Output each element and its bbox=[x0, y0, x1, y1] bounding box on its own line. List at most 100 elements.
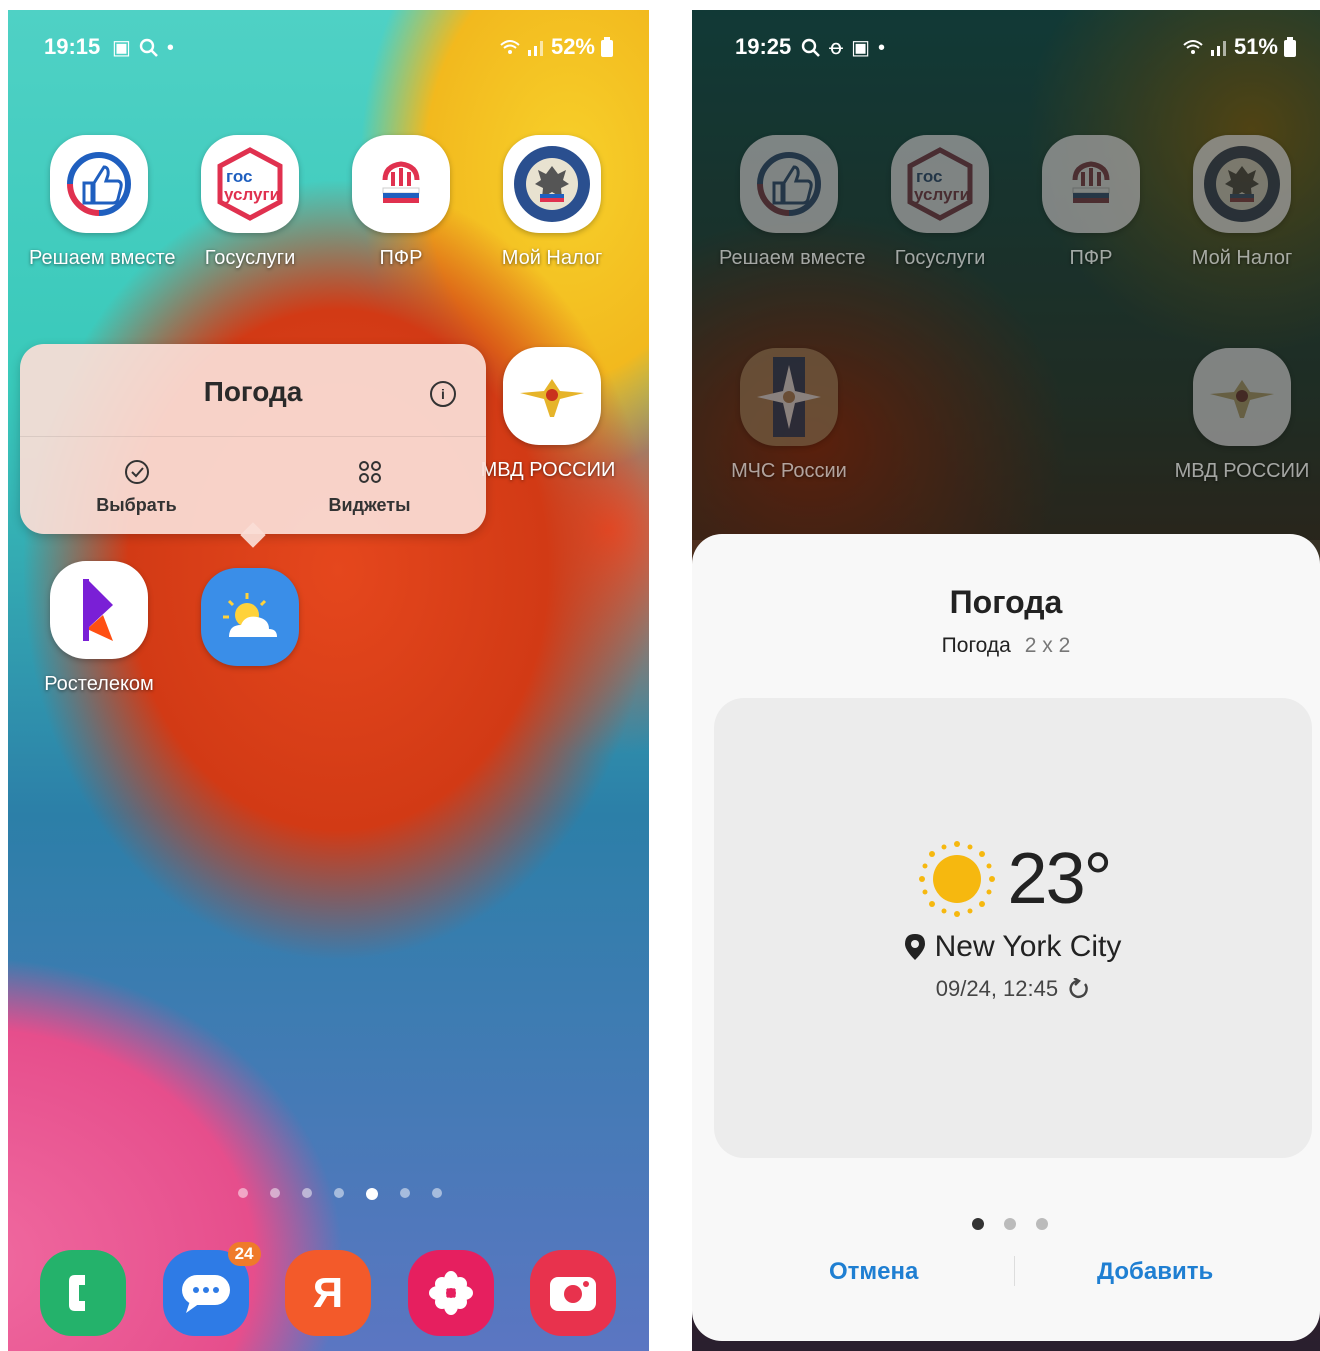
widget-preview[interactable]: 23° New York City 09/24, 12:45 bbox=[714, 698, 1312, 1158]
search-icon bbox=[801, 38, 820, 57]
widget-name: Погода bbox=[941, 634, 1011, 657]
add-button[interactable]: Добавить bbox=[1097, 1258, 1213, 1286]
refresh-icon[interactable] bbox=[1068, 976, 1090, 1000]
status-right-icons: 51% bbox=[1182, 34, 1296, 60]
status-bar: 19:25 ꝋ ▣ • 51% bbox=[735, 32, 1296, 64]
app-label: Ростелеком bbox=[44, 673, 154, 695]
app-moi-nalog[interactable]: Мой Налог bbox=[482, 135, 622, 270]
eagle-emblem-icon bbox=[503, 347, 601, 445]
app-weather[interactable] bbox=[180, 568, 320, 666]
thumbs-up-icon bbox=[50, 135, 148, 233]
thumbs-up-icon bbox=[740, 135, 838, 233]
sun-icon bbox=[918, 841, 995, 917]
phone-app[interactable] bbox=[40, 1250, 126, 1336]
page-indicator[interactable] bbox=[238, 1188, 442, 1200]
page-dot bbox=[432, 1188, 442, 1198]
app-label: Решаем вместе bbox=[29, 247, 176, 269]
phone-icon bbox=[69, 1275, 85, 1311]
yandex-app[interactable]: Я bbox=[285, 1250, 371, 1336]
dock: 24 Я bbox=[40, 1242, 616, 1336]
signal-icon bbox=[1210, 41, 1226, 56]
battery-percent: 51% bbox=[1233, 34, 1278, 59]
tax-service-emblem-icon bbox=[503, 135, 601, 233]
button-divider bbox=[1014, 1256, 1015, 1286]
pfr-icon bbox=[1042, 135, 1140, 233]
app-mvd[interactable]: МВД РОССИИ bbox=[481, 347, 622, 482]
page-dot-active bbox=[972, 1218, 984, 1230]
page-dot bbox=[334, 1188, 344, 1198]
city-name: New York City bbox=[934, 930, 1122, 963]
app-mchs[interactable]: МЧС России bbox=[719, 348, 859, 483]
app-reshaem-vmeste[interactable]: Решаем вместе bbox=[719, 135, 866, 270]
status-right-icons: 52% bbox=[499, 34, 613, 60]
wifi-icon bbox=[500, 40, 520, 54]
widget-add-sheet: Погода Погода 2 x 2 23° New York City 09/… bbox=[692, 534, 1320, 1341]
dot-icon: • bbox=[878, 37, 886, 59]
battery-icon bbox=[601, 37, 613, 57]
flower-app[interactable] bbox=[407, 1250, 494, 1336]
widget-page-indicator[interactable] bbox=[972, 1218, 1048, 1230]
context-menu-title: Погода bbox=[203, 376, 303, 407]
widgets-label: Виджеты bbox=[328, 495, 411, 515]
app-gosuslugi[interactable]: гос услуги Госуслуги bbox=[870, 135, 1010, 270]
page-dot bbox=[400, 1188, 410, 1198]
svg-text:гос: гос bbox=[226, 167, 252, 186]
camera-app[interactable] bbox=[530, 1250, 616, 1336]
info-icon[interactable]: i bbox=[430, 381, 456, 407]
page-dot bbox=[1004, 1218, 1016, 1230]
app-mvd[interactable]: МВД РОССИИ bbox=[1172, 348, 1312, 483]
home-screen-right: 19:25 ꝋ ▣ • 51% Решаем вместе гос услуги … bbox=[692, 10, 1320, 1351]
signal-icon bbox=[527, 41, 543, 56]
weather-widget: 23° New York City 09/24, 12:45 bbox=[714, 838, 1312, 1002]
app-context-menu: Погода i Выбрать Виджеты bbox=[20, 344, 486, 548]
rostelecom-icon bbox=[50, 561, 148, 659]
gallery-icon: ▣ bbox=[851, 37, 870, 59]
messages-app[interactable]: 24 bbox=[162, 1242, 261, 1336]
svg-text:услуги: услуги bbox=[224, 185, 280, 204]
app-pfr[interactable]: ПФР bbox=[1021, 135, 1161, 270]
battery-percent: 52% bbox=[550, 34, 595, 59]
gallery-icon: ▣ bbox=[112, 37, 131, 59]
select-button[interactable]: Выбрать bbox=[20, 437, 253, 516]
cancel-button[interactable]: Отмена bbox=[829, 1258, 918, 1286]
page-dot bbox=[270, 1188, 280, 1198]
sheet-subtitle: Погода 2 x 2 bbox=[692, 634, 1320, 658]
update-time: 09/24, 12:45 bbox=[935, 976, 1059, 1001]
page-dot bbox=[238, 1188, 248, 1198]
app-label: ПФР bbox=[1069, 247, 1113, 269]
app-label: МЧС России bbox=[731, 460, 847, 482]
search-icon bbox=[139, 38, 158, 57]
odnoklassniki-icon: ꝋ bbox=[829, 37, 844, 59]
wifi-icon bbox=[1183, 40, 1203, 54]
eagle-emblem-icon bbox=[1193, 348, 1291, 446]
select-label: Выбрать bbox=[96, 495, 177, 515]
weather-sun-cloud-icon bbox=[201, 568, 299, 666]
sheet-title: Погода bbox=[949, 584, 1063, 620]
gosuslugi-icon: гос услуги bbox=[201, 135, 299, 233]
app-gosuslugi[interactable]: гос услуги Госуслуги bbox=[180, 135, 320, 270]
context-menu-header: Погода i bbox=[20, 344, 486, 437]
app-pfr[interactable]: ПФР bbox=[331, 135, 471, 270]
temperature: 23° bbox=[1007, 839, 1113, 919]
page-dot bbox=[302, 1188, 312, 1198]
app-moi-nalog[interactable]: Мой Налог bbox=[1172, 135, 1312, 270]
location-pin-icon bbox=[904, 934, 925, 960]
dot-icon: • bbox=[166, 37, 174, 59]
home-screen-left: 19:15 ▣ • 52% Решаем вместе гос услуги Го… bbox=[8, 10, 649, 1351]
check-circle-icon bbox=[20, 459, 253, 487]
app-reshaem-vmeste[interactable]: Решаем вместе bbox=[29, 135, 176, 270]
app-label: МВД РОССИИ bbox=[480, 459, 616, 481]
widgets-button[interactable]: Виджеты bbox=[253, 437, 486, 516]
yandex-icon: Я bbox=[312, 1269, 344, 1316]
app-label: Мой Налог bbox=[1191, 247, 1293, 269]
camera-icon bbox=[550, 1277, 596, 1311]
app-rostelecom[interactable]: Ростелеком bbox=[29, 561, 169, 696]
flower-icon bbox=[428, 1271, 473, 1315]
status-time: 19:25 bbox=[735, 34, 792, 59]
unread-badge: 24 bbox=[227, 1242, 261, 1266]
app-label: МВД РОССИИ bbox=[1174, 460, 1310, 482]
page-dot bbox=[1036, 1218, 1048, 1230]
status-time: 19:15 bbox=[44, 34, 101, 59]
app-label: Решаем вместе bbox=[719, 247, 866, 269]
page-dot-active bbox=[366, 1188, 378, 1200]
